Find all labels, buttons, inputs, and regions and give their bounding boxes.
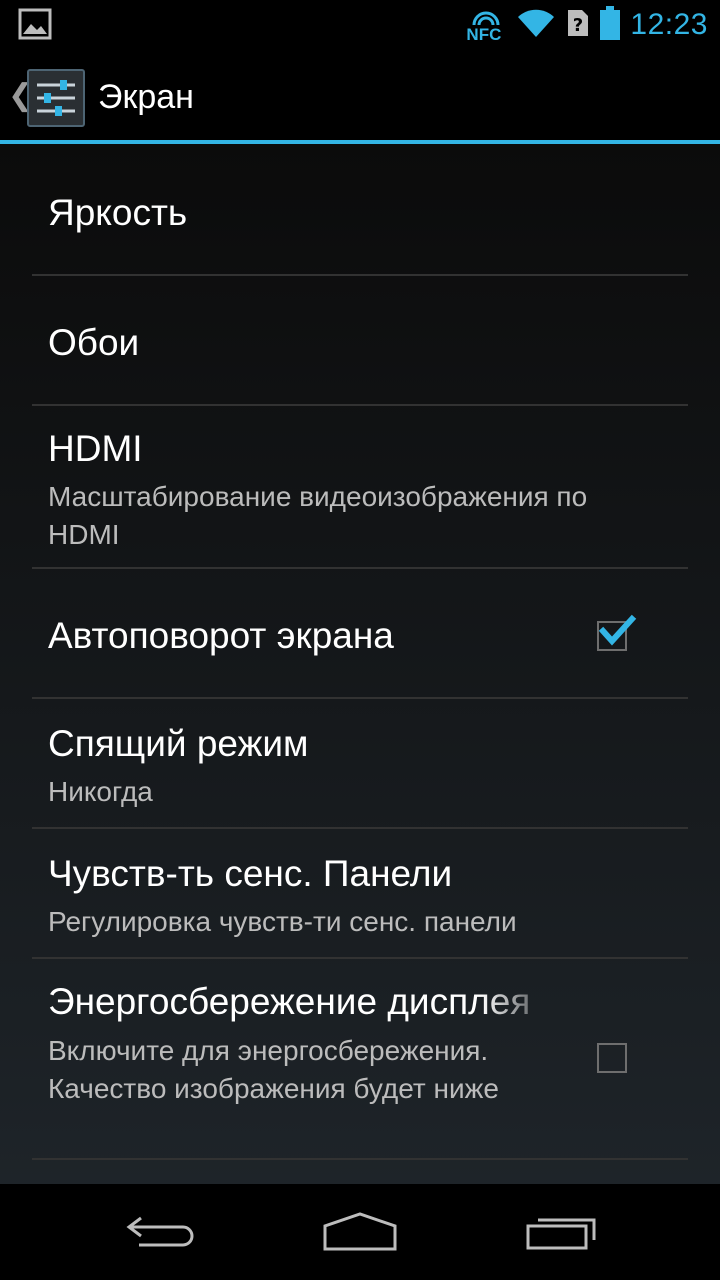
gallery-icon: [18, 8, 52, 45]
page-title: Экран: [98, 78, 194, 116]
pref-summary: Регулировка чувств-ти сенс. панели: [48, 906, 517, 937]
home-button[interactable]: [300, 1202, 420, 1262]
pref-title: Яркость: [48, 192, 188, 233]
pref-sleep[interactable]: Спящий режим Никогда: [32, 699, 688, 829]
back-icon: [126, 1216, 194, 1247]
pref-touch-sensitivity[interactable]: Чувств-ть сенс. Панели Регулировка чувст…: [32, 829, 688, 959]
power-saving-checkbox[interactable]: [597, 1043, 627, 1073]
pref-title: Чувств-ть сенс. Панели: [48, 853, 453, 894]
pref-display-power-saving[interactable]: Энергосбережение дисплея Включите для эн…: [32, 959, 688, 1160]
wifi-icon: [516, 7, 556, 44]
pref-auto-rotate[interactable]: Автоповорот экрана: [32, 569, 688, 699]
recent-apps-icon: [526, 1218, 596, 1250]
pref-title: Автоповорот экрана: [48, 615, 394, 656]
nfc-label: NFC: [466, 25, 502, 44]
recent-apps-button[interactable]: [502, 1202, 622, 1262]
pref-brightness[interactable]: Яркость: [32, 144, 688, 276]
back-button[interactable]: [100, 1202, 220, 1262]
pref-hdmi[interactable]: HDMI Масштабирование видеоизображения по…: [32, 406, 688, 569]
navigation-bar: [0, 1184, 720, 1280]
auto-rotate-checkbox[interactable]: [597, 614, 637, 651]
battery-icon: [600, 5, 621, 45]
clock: 12:23: [630, 8, 708, 41]
settings-sliders-icon: [27, 69, 85, 127]
nfc-icon: NFC: [466, 5, 506, 45]
preference-list: Яркость Обои HDMI Масштабирование видеои…: [0, 144, 720, 1184]
status-bar: NFC ? 12:23: [0, 0, 720, 50]
pref-title: Энергосбережение дисплея: [48, 981, 531, 1022]
pref-summary: Включите для энергосбережения. Качество …: [48, 1035, 499, 1104]
pref-title: Обои: [48, 322, 140, 363]
no-sim-icon: ?: [566, 8, 590, 43]
pref-title: HDMI: [48, 428, 143, 469]
pref-title: Спящий режим: [48, 723, 309, 764]
pref-wallpaper[interactable]: Обои: [32, 276, 688, 406]
pref-summary: Масштабирование видеоизображения по HDMI: [48, 481, 588, 550]
pref-summary: Никогда: [48, 776, 153, 807]
home-icon: [323, 1212, 397, 1251]
up-button[interactable]: ❮ Экран: [0, 50, 300, 140]
action-bar: ❮ Экран: [0, 50, 720, 144]
checkmark-icon: [599, 614, 637, 646]
svg-text:?: ?: [573, 15, 583, 36]
